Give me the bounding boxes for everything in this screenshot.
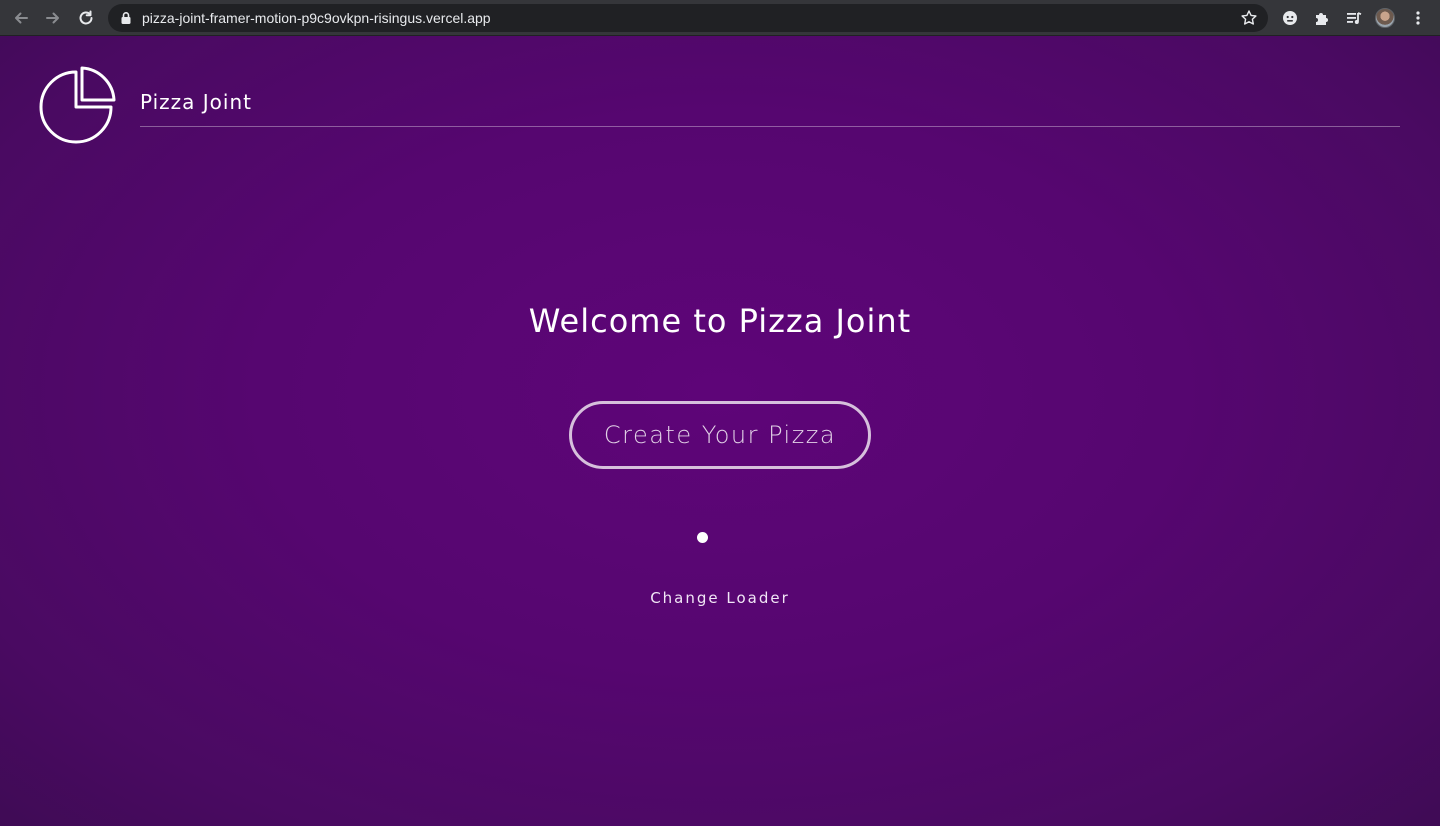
create-pizza-button[interactable]: Create Your Pizza [569,401,871,469]
menu-icon [1416,11,1420,25]
address-bar[interactable]: pizza-joint-framer-motion-p9c9ovkpn-risi… [108,4,1268,32]
forward-button[interactable] [41,6,65,30]
lock-icon [121,12,131,24]
extension-icon[interactable] [1280,8,1300,28]
reload-icon [79,10,93,25]
loader-dot [697,532,708,543]
extensions-button[interactable] [1312,8,1332,28]
avatar[interactable] [1375,8,1395,28]
page: Pizza Joint Welcome to Pizza Joint Creat… [0,36,1440,826]
url-text: pizza-joint-framer-motion-p9c9ovkpn-risi… [142,10,491,26]
menu-button[interactable] [1408,8,1428,28]
browser-toolbar: pizza-joint-framer-motion-p9c9ovkpn-risi… [0,0,1440,36]
media-control-button[interactable] [1344,8,1364,28]
header-divider [140,126,1400,127]
brand-title: Pizza Joint [140,90,252,114]
back-button[interactable] [9,6,33,30]
star-icon[interactable] [1240,9,1258,27]
puzzle-icon [1316,13,1328,25]
media-icon [1347,12,1362,24]
page-title: Welcome to Pizza Joint [528,302,912,340]
change-loader-button[interactable]: Change Loader [0,589,1440,607]
reload-button[interactable] [74,6,98,30]
face-extension-icon [1283,11,1297,25]
back-icon [15,12,28,24]
create-pizza-label: Create Your Pizza [603,421,837,449]
forward-icon [46,12,59,24]
pizza-slice-icon[interactable] [36,66,116,146]
